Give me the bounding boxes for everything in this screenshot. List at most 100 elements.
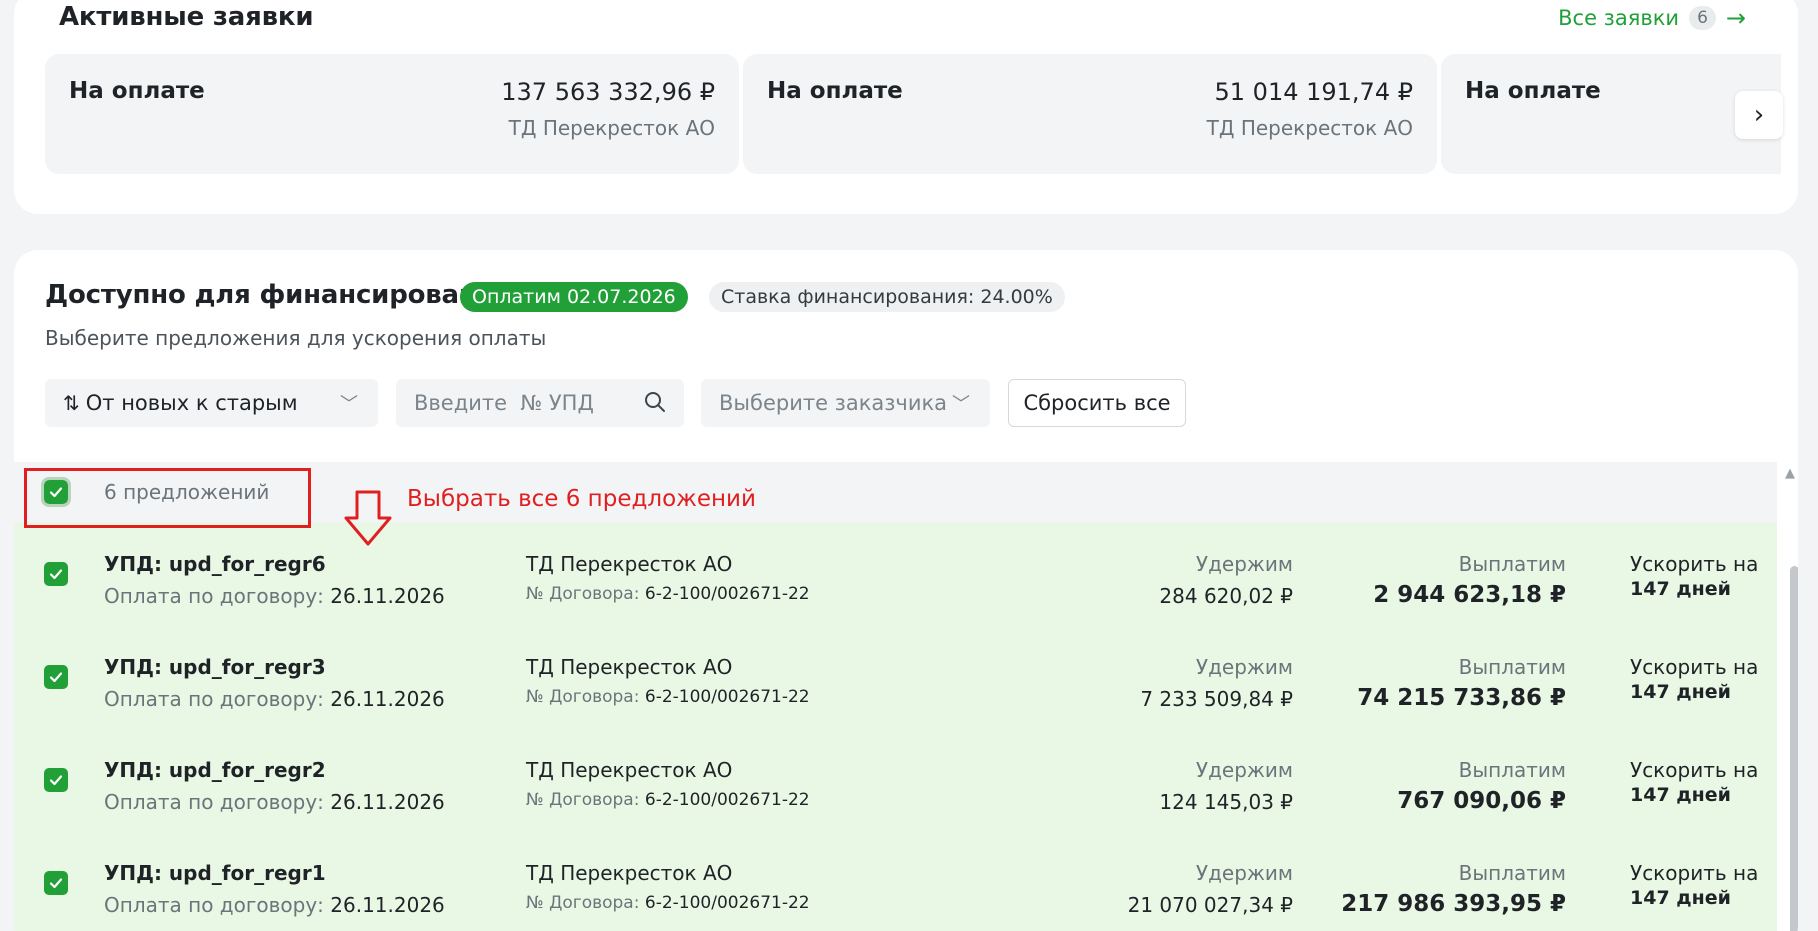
check-icon: [49, 775, 63, 786]
offer-row[interactable]: УПД: upd_for_regr2 Оплата по договору: 2…: [14, 728, 1777, 831]
request-status: На оплате: [69, 78, 205, 104]
annotation-highlight-box: [24, 468, 311, 528]
all-requests-label: Все заявки: [1558, 6, 1680, 30]
upd-search-input[interactable]: [396, 391, 616, 415]
pay-date-label: Оплата по договору:: [104, 584, 324, 608]
speedup-days: 147 дней: [1630, 681, 1731, 703]
speedup: Ускорить на 147 дней: [1630, 655, 1758, 704]
active-requests-title: Активные заявки: [59, 2, 314, 32]
offer-customer: ТД Перекресток АО: [526, 758, 733, 782]
customer-select[interactable]: Выберите заказчика ﹀: [701, 379, 990, 427]
contract-label: № Договора:: [526, 790, 640, 810]
chevron-down-icon: ﹀: [952, 394, 970, 415]
financing-panel: Доступно для финансирования Оплатим 02.0…: [14, 250, 1798, 931]
payout-value: 74 215 733,86 ₽: [1357, 685, 1566, 711]
offer-checkbox[interactable]: [44, 871, 68, 895]
offer-upd: УПД: upd_for_regr2: [104, 758, 326, 782]
cards-next-button[interactable]: ›: [1735, 91, 1783, 139]
offer-contract: № Договора: 6-2-100/002671-22: [526, 893, 810, 913]
contract-value: 6-2-100/002671-22: [644, 584, 810, 604]
hold-value: 284 620,02 ₽: [1159, 584, 1293, 608]
hold-label: Удержим: [1195, 861, 1293, 885]
payout-label: Выплатим: [1458, 552, 1566, 576]
customer-select-placeholder: Выберите заказчика: [719, 391, 948, 415]
offer-pay-date: Оплата по договору: 26.11.2026: [104, 790, 445, 814]
speedup: Ускорить на 147 дней: [1630, 758, 1758, 807]
speedup: Ускорить на 147 дней: [1630, 552, 1758, 601]
request-status: На оплате: [1465, 78, 1601, 104]
offer-list: УПД: upd_for_regr6 Оплата по договору: 2…: [14, 522, 1777, 931]
request-amount: 137 563 332,96 ₽: [501, 78, 715, 106]
request-card[interactable]: На оплате 137 563 332,96 ₽ ТД Перекресто…: [45, 54, 739, 174]
down-arrow-icon: [344, 490, 392, 546]
contract-label: № Договора:: [526, 687, 640, 707]
scroll-up-arrow-icon[interactable]: ▲: [1785, 466, 1795, 481]
speedup-days: 147 дней: [1630, 887, 1731, 909]
pay-date-value: 26.11.2026: [330, 790, 445, 814]
pay-date-label: Оплата по договору:: [104, 893, 324, 917]
speedup-days: 147 дней: [1630, 578, 1731, 600]
speedup: Ускорить на 147 дней: [1630, 861, 1758, 910]
hold-label: Удержим: [1195, 552, 1293, 576]
payout-label: Выплатим: [1458, 655, 1566, 679]
offer-contract: № Договора: 6-2-100/002671-22: [526, 687, 810, 707]
sort-select-value: От новых к старым: [85, 391, 298, 415]
contract-value: 6-2-100/002671-22: [644, 687, 810, 707]
check-icon: [49, 672, 63, 683]
hold-label: Удержим: [1195, 758, 1293, 782]
offer-row[interactable]: УПД: upd_for_regr1 Оплата по договору: 2…: [14, 831, 1777, 931]
financing-rate-badge: Ставка финансирования: 24.00%: [709, 282, 1065, 312]
offer-checkbox[interactable]: [44, 768, 68, 792]
sort-select[interactable]: ⇅ От новых к старым ﹀: [45, 379, 378, 427]
offer-customer: ТД Перекресток АО: [526, 655, 733, 679]
scrollbar-thumb[interactable]: [1790, 566, 1798, 931]
request-card[interactable]: На оплате: [1441, 54, 1781, 174]
speedup-label: Ускорить на: [1630, 758, 1759, 782]
payout-label: Выплатим: [1458, 861, 1566, 885]
offer-pay-date: Оплата по договору: 26.11.2026: [104, 893, 445, 917]
hold-value: 124 145,03 ₽: [1159, 790, 1293, 814]
speedup-days: 147 дней: [1630, 784, 1731, 806]
arrow-right-icon: →: [1725, 4, 1746, 32]
speedup-label: Ускорить на: [1630, 552, 1759, 576]
pay-date-label: Оплата по договору:: [104, 790, 324, 814]
offer-customer: ТД Перекресток АО: [526, 552, 733, 576]
payment-date-badge: Оплатим 02.07.2026: [460, 282, 688, 312]
chevron-right-icon: ›: [1753, 100, 1765, 130]
contract-value: 6-2-100/002671-22: [644, 790, 810, 810]
offer-row[interactable]: УПД: upd_for_regr6 Оплата по договору: 2…: [14, 522, 1777, 625]
chevron-down-icon: ﹀: [340, 394, 358, 415]
check-icon: [49, 569, 63, 580]
pay-date-value: 26.11.2026: [330, 893, 445, 917]
payout-value: 2 944 623,18 ₽: [1373, 582, 1566, 608]
hold-value: 21 070 027,34 ₽: [1127, 893, 1293, 917]
annotation-hint-text: Выбрать все 6 предложений: [407, 486, 756, 512]
offer-row[interactable]: УПД: upd_for_regr3 Оплата по договору: 2…: [14, 625, 1777, 728]
speedup-label: Ускорить на: [1630, 655, 1759, 679]
financing-subtitle: Выберите предложения для ускорения оплат…: [45, 326, 547, 350]
upd-search-box[interactable]: [396, 379, 684, 427]
pay-date-value: 26.11.2026: [330, 687, 445, 711]
offer-checkbox[interactable]: [44, 665, 68, 689]
request-card[interactable]: На оплате 51 014 191,74 ₽ ТД Перекресток…: [743, 54, 1437, 174]
offer-upd: УПД: upd_for_regr6: [104, 552, 326, 576]
request-company: ТД Перекресток АО: [508, 116, 715, 140]
financing-title: Доступно для финансирования: [45, 280, 512, 310]
speedup-label: Ускорить на: [1630, 861, 1759, 885]
request-amount: 51 014 191,74 ₽: [1214, 78, 1413, 106]
hold-value: 7 233 509,84 ₽: [1140, 687, 1293, 711]
reset-all-button[interactable]: Сбросить все: [1008, 379, 1186, 427]
payout-value: 217 986 393,95 ₽: [1341, 891, 1566, 917]
hold-label: Удержим: [1195, 655, 1293, 679]
search-icon[interactable]: [644, 391, 666, 413]
payout-label: Выплатим: [1458, 758, 1566, 782]
offer-customer: ТД Перекресток АО: [526, 861, 733, 885]
request-status: На оплате: [767, 78, 903, 104]
contract-value: 6-2-100/002671-22: [644, 893, 810, 913]
offer-checkbox[interactable]: [44, 562, 68, 586]
offer-upd: УПД: upd_for_regr3: [104, 655, 326, 679]
offer-contract: № Договора: 6-2-100/002671-22: [526, 584, 810, 604]
request-company: ТД Перекресток АО: [1206, 116, 1413, 140]
all-requests-link[interactable]: Все заявки 6 →: [1558, 6, 1746, 30]
offer-pay-date: Оплата по договору: 26.11.2026: [104, 687, 445, 711]
